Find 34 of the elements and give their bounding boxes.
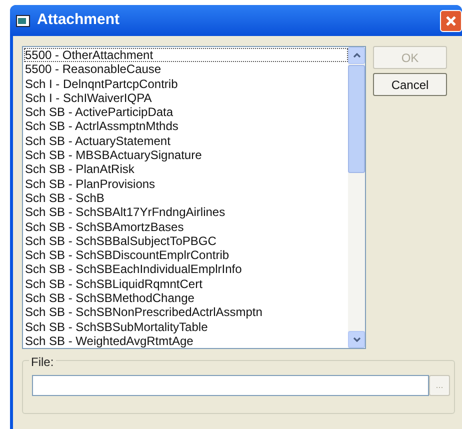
list-item[interactable]: Sch SB - ActiveParticipData: [24, 105, 348, 120]
list-item[interactable]: Sch SB - MBSBActuarySignature: [24, 148, 348, 162]
list-item[interactable]: Sch SB - SchSBSubMortalityTable: [24, 320, 348, 334]
scroll-down-button[interactable]: [348, 331, 365, 348]
list-item[interactable]: 5500 - OtherAttachment: [24, 48, 348, 62]
caret-up-icon: [352, 53, 360, 58]
close-button[interactable]: [440, 10, 462, 32]
list-item[interactable]: Sch SB - SchSBMethodChange: [24, 291, 348, 306]
scroll-thumb[interactable]: [348, 65, 365, 173]
list-item[interactable]: Sch SB - ActrlAssmptnMthds: [24, 119, 348, 134]
list-item[interactable]: Sch SB - PlanAtRisk: [24, 162, 348, 177]
list-item[interactable]: Sch SB - PlanProvisions: [24, 176, 348, 191]
list-item[interactable]: Sch I - DelnqntPartcpContrib: [24, 76, 348, 91]
close-icon: [445, 14, 457, 26]
list-item[interactable]: Sch SB - SchSBAlt17YrFndngAirlines: [24, 205, 348, 220]
list-item[interactable]: Sch I - SchIWaiverIQPA: [24, 90, 348, 106]
list-item[interactable]: Sch SB - SchSBNonPrescribedActrlAssmptn: [24, 305, 348, 320]
list-item[interactable]: 5500 - ReasonableCause: [24, 62, 348, 77]
list-item[interactable]: Sch SB - SchSBAmortzBases: [24, 220, 348, 234]
list-item[interactable]: Sch SB - ActuaryStatement: [24, 134, 348, 148]
list-item[interactable]: Sch SB - SchB: [24, 190, 348, 206]
file-field[interactable]: [32, 375, 429, 396]
scrollbar[interactable]: [348, 47, 365, 348]
list-item[interactable]: Sch SB - WeightedAvgRtmtAge: [24, 334, 348, 348]
window-icon: [16, 14, 30, 26]
attachment-list[interactable]: [22, 46, 366, 349]
list-item[interactable]: Sch SB - SchSBLiquidRqmntCert: [24, 276, 348, 292]
window-title: Attachment: [37, 10, 120, 30]
scroll-up-button[interactable]: [348, 47, 365, 64]
list-item[interactable]: Sch SB - SchSBDiscountEmplrContrib: [24, 248, 348, 262]
caret-down-icon: [352, 337, 360, 342]
dialog-button[interactable]: Cancel: [373, 73, 447, 96]
list-item[interactable]: Sch SB - SchSBBalSubjectToPBGC: [24, 234, 348, 248]
list-item[interactable]: Sch SB - SchSBEachIndividualEmplrInfo: [24, 262, 348, 277]
